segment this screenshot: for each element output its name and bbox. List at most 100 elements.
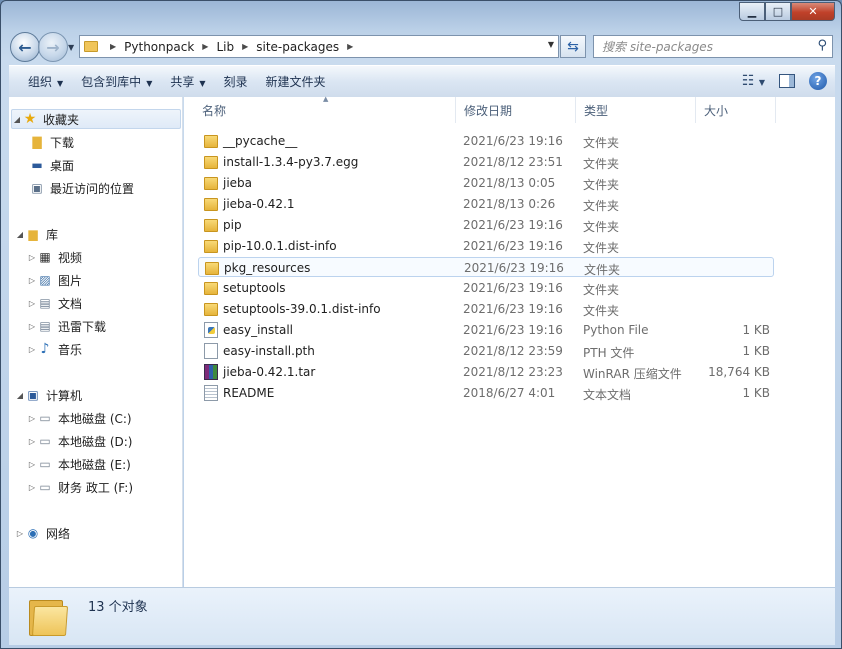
file-type: 文件夹: [583, 157, 620, 171]
nav-downloads[interactable]: ▇ 下载: [29, 132, 74, 152]
nav-computer-label: 计算机: [46, 388, 83, 403]
share-menu[interactable]: 共享 ▼: [161, 73, 214, 90]
expand-icon[interactable]: ▷: [27, 345, 37, 354]
close-button[interactable]: ✕: [791, 2, 835, 21]
nav-drive-d[interactable]: ▷ ▭ 本地磁盘 (D:): [27, 431, 133, 451]
file-row[interactable]: install-1.3.4-py3.7.egg 2021/8/12 23:51 文件…: [198, 152, 774, 172]
file-row[interactable]: pip 2021/6/23 19:16 文件夹: [198, 215, 774, 235]
folder-icon: [204, 240, 218, 253]
file-name: pkg_resources: [224, 261, 311, 275]
breadcrumb-lib[interactable]: Lib: [216, 40, 234, 54]
file-row[interactable]: pip-10.0.1.dist-info 2021/6/23 19:16 文件夹: [198, 236, 774, 256]
file-name: __pycache__: [223, 134, 298, 148]
preview-pane-icon[interactable]: [779, 74, 795, 88]
organize-menu[interactable]: 组织 ▼: [19, 73, 72, 90]
file-row[interactable]: easy-install.pth 2021/8/12 23:59 PTH 文件 1 K…: [198, 341, 774, 361]
search-box[interactable]: 搜索 site-packages ⚲: [593, 35, 833, 58]
forward-arrow-icon: →: [46, 37, 60, 57]
file-date: 2021/8/12 23:23: [463, 365, 563, 379]
file-row[interactable]: jieba-0.42.1 2021/8/13 0:26 文件夹: [198, 194, 774, 214]
refresh-button[interactable]: ⇆: [560, 35, 586, 58]
file-type: PTH 文件: [583, 346, 635, 360]
nav-videos[interactable]: ▷ ▦ 视频: [27, 247, 82, 267]
expand-icon[interactable]: ▷: [27, 483, 37, 492]
file-size: 18,764 KB: [708, 365, 770, 379]
collapse-icon[interactable]: ◢: [15, 230, 25, 239]
column-header-type[interactable]: 类型: [576, 97, 696, 123]
nav-documents[interactable]: ▷ ▤ 文档: [27, 293, 82, 313]
collapse-icon[interactable]: ◢: [15, 391, 25, 400]
nav-thunder-downloads[interactable]: ▷ ▤ 迅雷下载: [27, 316, 106, 336]
chevron-right-icon[interactable]: ▶: [347, 42, 353, 51]
chevron-down-icon: ▼: [146, 79, 153, 88]
file-row[interactable]: setuptools-39.0.1.dist-info 2021/6/23 19:…: [198, 299, 774, 319]
file-type: 文本文档: [583, 388, 632, 402]
download-folder-icon: ▇: [32, 135, 42, 149]
file-row[interactable]: README 2018/6/27 4:01 文本文档 1 KB: [198, 383, 774, 403]
burn-button[interactable]: 刻录: [215, 73, 257, 90]
file-row[interactable]: pkg_resources 2021/6/23 19:16 文件夹: [198, 257, 774, 277]
nav-drive-f[interactable]: ▷ ▭ 财务 政工 (F:): [27, 477, 133, 497]
folder-icon: [204, 219, 218, 232]
chevron-down-icon: ▼: [57, 79, 64, 88]
nav-network[interactable]: ▷ ◉ 网络: [15, 523, 70, 543]
recent-pages-dropdown[interactable]: ▼: [68, 43, 74, 52]
column-header-date[interactable]: 修改日期: [456, 97, 576, 123]
back-button[interactable]: ←: [10, 32, 40, 62]
nav-computer[interactable]: ◢ ▣ 计算机: [15, 385, 82, 405]
collapse-icon[interactable]: ◢: [12, 115, 22, 124]
nav-desktop[interactable]: ▬ 桌面: [29, 155, 74, 175]
file-row[interactable]: easy_install 2021/6/23 19:16 Python File 1 …: [198, 320, 774, 340]
nav-drive-c[interactable]: ▷ ▭ 本地磁盘 (C:): [27, 408, 132, 428]
nav-recent-places[interactable]: ▣ 最近访问的位置: [29, 178, 134, 198]
file-row[interactable]: __pycache__ 2021/6/23 19:16 文件夹: [198, 131, 774, 151]
picture-icon: ▨: [39, 273, 51, 287]
file-row[interactable]: jieba-0.42.1.tar 2021/8/12 23:23 WinRAR 压缩…: [198, 362, 774, 382]
address-bar[interactable]: ▶ Pythonpack ▶ Lib ▶ site-packages ▶ ▼: [79, 35, 559, 58]
expand-icon[interactable]: ▷: [27, 253, 37, 262]
desktop-icon: ▬: [31, 158, 43, 172]
search-icon[interactable]: ⚲: [817, 38, 827, 53]
views-icon[interactable]: ☷ ▼: [742, 73, 765, 89]
folder-icon: ▤: [39, 319, 51, 333]
nav-favorites[interactable]: ◢ ★ 收藏夹: [11, 109, 181, 129]
address-dropdown-icon[interactable]: ▼: [548, 40, 554, 49]
file-type: 文件夹: [583, 304, 620, 318]
minimize-button[interactable]: ▁: [739, 2, 765, 21]
column-header-size[interactable]: 大小: [696, 97, 776, 123]
nav-music[interactable]: ▷ ♪ 音乐: [27, 339, 82, 359]
expand-icon[interactable]: ▷: [27, 276, 37, 285]
file-row[interactable]: setuptools 2021/6/23 19:16 文件夹: [198, 278, 774, 298]
folder-icon: [29, 596, 69, 636]
back-arrow-icon: ←: [18, 37, 32, 57]
file-type: 文件夹: [583, 199, 620, 213]
nav-libraries[interactable]: ◢ ▆ 库: [15, 224, 58, 244]
breadcrumb-site-packages[interactable]: site-packages: [256, 40, 339, 54]
file-row[interactable]: jieba 2021/8/13 0:05 文件夹: [198, 173, 774, 193]
chevron-right-icon[interactable]: ▶: [242, 42, 248, 51]
share-label: 共享: [170, 75, 195, 89]
include-in-library-menu[interactable]: 包含到库中 ▼: [72, 73, 161, 90]
expand-icon[interactable]: ▷: [15, 529, 25, 538]
file-date: 2021/6/23 19:16: [464, 261, 564, 275]
chevron-right-icon[interactable]: ▶: [110, 42, 116, 51]
new-folder-button[interactable]: 新建文件夹: [257, 73, 335, 90]
column-header-name[interactable]: 名称: [194, 97, 456, 123]
file-date: 2021/6/23 19:16: [463, 302, 563, 316]
file-name: setuptools-39.0.1.dist-info: [223, 302, 381, 316]
expand-icon[interactable]: ▷: [27, 437, 37, 446]
expand-icon[interactable]: ▷: [27, 460, 37, 469]
file-type: 文件夹: [583, 178, 620, 192]
maximize-button[interactable]: □: [765, 2, 791, 21]
nav-pictures[interactable]: ▷ ▨ 图片: [27, 270, 82, 290]
chevron-right-icon[interactable]: ▶: [202, 42, 208, 51]
forward-button[interactable]: →: [38, 32, 68, 62]
expand-icon[interactable]: ▷: [27, 414, 37, 423]
breadcrumb-pythonpack[interactable]: Pythonpack: [124, 40, 194, 54]
nav-drive-e[interactable]: ▷ ▭ 本地磁盘 (E:): [27, 454, 131, 474]
star-icon: ★: [23, 111, 37, 127]
help-icon[interactable]: ?: [809, 72, 827, 90]
expand-icon[interactable]: ▷: [27, 299, 37, 308]
document-icon: ▤: [39, 296, 51, 310]
expand-icon[interactable]: ▷: [27, 322, 37, 331]
